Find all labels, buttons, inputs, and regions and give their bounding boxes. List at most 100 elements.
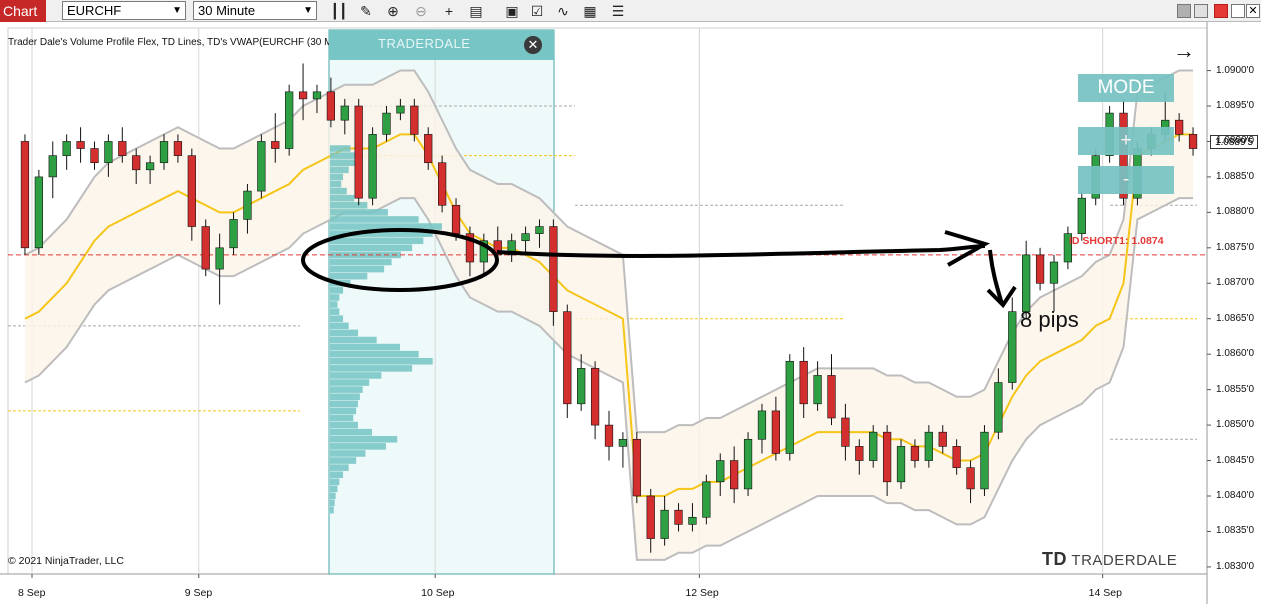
volume-profile-bar	[330, 237, 424, 245]
volume-profile-bar	[330, 350, 419, 358]
candle-body	[952, 446, 961, 468]
volume-profile-bar	[330, 464, 349, 471]
volume-profile-bar	[330, 400, 358, 408]
zoom-in-icon[interactable]: ⊕	[384, 2, 402, 20]
chart-toolbar: Chart EURCHF ▼ 30 Minute ▼ ┃┃ ✎ ⊕ ⊖ + ▤ …	[0, 0, 1261, 22]
arrow-right-icon[interactable]: →	[1173, 38, 1195, 64]
chart-style-icon[interactable]: ∿	[554, 2, 572, 20]
candle-body	[62, 141, 71, 156]
date-tick-label: 9 Sep	[184, 587, 213, 599]
price-tick-label: 1.0885'0	[1216, 170, 1255, 182]
volume-profile-bar	[330, 315, 344, 323]
candle-body	[646, 495, 655, 539]
candle-body	[813, 375, 822, 405]
mode-button[interactable]: MODE	[1078, 74, 1174, 102]
candle-body	[896, 446, 906, 483]
draw-pencil-icon[interactable]: ✎	[357, 2, 375, 20]
candle-body	[841, 417, 850, 447]
indicators-icon[interactable]: ☑	[528, 2, 546, 20]
candle-body	[577, 368, 586, 405]
volume-profile-bar	[330, 471, 344, 479]
candle-body	[771, 410, 780, 454]
candle-body	[757, 410, 767, 440]
bar-type-icon[interactable]: ┃┃	[330, 2, 348, 20]
candle-body	[104, 141, 113, 164]
candle-body	[382, 112, 391, 135]
volume-profile-bar	[330, 308, 340, 315]
volume-profile-bar	[330, 180, 342, 188]
candle-body	[521, 233, 530, 242]
volume-profile-bar	[330, 421, 358, 429]
candle-body	[424, 134, 433, 164]
restore-window-icon[interactable]	[1194, 4, 1208, 18]
zoom-out-icon[interactable]: ⊖	[412, 2, 430, 20]
candle-body	[257, 141, 266, 192]
menu-list-icon[interactable]: ☰	[609, 2, 627, 20]
candle-body	[271, 141, 280, 149]
candle-body	[869, 431, 878, 461]
data-box-icon[interactable]: ▤	[467, 2, 485, 20]
candle-body	[1035, 254, 1045, 284]
volume-profile-bar	[330, 492, 336, 500]
candle-body	[312, 91, 322, 100]
price-tick-label: 1.0830'0	[1216, 560, 1255, 572]
candle-body	[590, 368, 600, 426]
candle-body	[674, 509, 683, 525]
traderdale-logo: TD TRADERDALE	[1042, 549, 1178, 569]
instrument-selector[interactable]: EURCHF ▼	[62, 1, 186, 20]
minimize-window-icon[interactable]	[1177, 4, 1191, 18]
candle-body	[1175, 119, 1184, 135]
volume-profile-bar	[330, 379, 370, 386]
candle-body	[326, 91, 336, 121]
volume-profile-bar	[330, 357, 433, 365]
maximize-window-icon[interactable]	[1231, 4, 1245, 18]
candle-body	[451, 204, 461, 234]
close-icon[interactable]: ✕	[524, 36, 542, 54]
price-tick-label: 1.0865'0	[1216, 312, 1255, 324]
volume-profile-bar	[330, 506, 334, 514]
pips-annotation: 8 pips	[1020, 307, 1079, 332]
candle-body	[827, 375, 836, 419]
candle-body	[785, 360, 794, 454]
red-close-icon[interactable]	[1214, 4, 1228, 18]
volume-profile-bar	[330, 414, 354, 422]
volume-profile-bar	[330, 499, 335, 507]
volume-profile-bar	[330, 443, 386, 450]
volume-profile-bar	[330, 435, 398, 443]
candle-body	[34, 176, 43, 249]
candle-body	[702, 481, 711, 518]
plus-button[interactable]: +	[1078, 127, 1174, 155]
candle-body	[20, 141, 30, 249]
volume-profile-bar	[330, 386, 363, 393]
candle-body	[396, 105, 405, 114]
price-tick-label: 1.0840'0	[1216, 490, 1255, 501]
properties-icon[interactable]: ▦	[581, 2, 599, 20]
chevron-down-icon: ▼	[172, 5, 182, 16]
minus-button[interactable]: -	[1078, 166, 1174, 194]
candle-body	[549, 226, 558, 312]
volume-profile-bar	[330, 145, 351, 152]
chart-tab[interactable]: Chart	[0, 0, 46, 22]
strategy-icon[interactable]: ▣	[503, 2, 521, 20]
close-window-icon[interactable]: ✕	[1246, 4, 1260, 18]
candle-body	[660, 509, 669, 539]
volume-profile-bar	[330, 329, 358, 337]
volume-profile-bar	[330, 343, 400, 351]
candle-body	[716, 460, 725, 483]
candle-body	[187, 155, 196, 227]
crosshair-icon[interactable]: +	[440, 2, 458, 20]
candle-body	[368, 134, 377, 199]
volume-profile-bar	[330, 478, 340, 486]
volume-profile-bar	[330, 365, 413, 372]
volume-profile-bar	[330, 216, 419, 223]
timeframe-selector[interactable]: 30 Minute ▼	[193, 1, 317, 20]
price-tick-label: 1.0860'0	[1216, 348, 1255, 360]
date-tick-label: 10 Sep	[421, 587, 455, 599]
candle-body	[980, 431, 989, 490]
volume-profile-bar	[330, 244, 413, 252]
candle-body	[910, 446, 920, 461]
candle-body	[298, 91, 308, 100]
volume-profile-bar	[330, 272, 368, 280]
chart-panel[interactable]: Trader Dale's Volume Profile Flex, TD Li…	[0, 22, 1261, 604]
candle-body	[882, 431, 892, 483]
